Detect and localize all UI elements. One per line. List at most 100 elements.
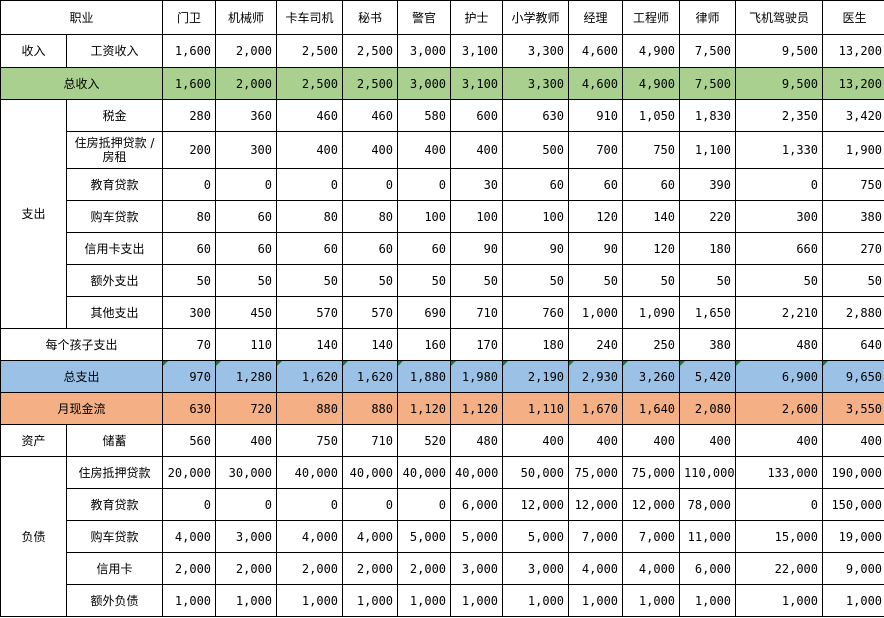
value-cell[interactable]: 60	[502, 168, 570, 201]
value-cell[interactable]: 390	[679, 168, 737, 201]
value-cell[interactable]: 80	[276, 200, 344, 233]
value-cell[interactable]: 0	[162, 168, 217, 201]
value-cell[interactable]: 50	[502, 264, 570, 297]
group-income[interactable]: 收入	[0, 34, 67, 68]
value-cell[interactable]: 1,670	[568, 392, 624, 425]
value-cell[interactable]: 1,900	[822, 131, 884, 169]
value-cell[interactable]: 2,000	[342, 552, 399, 585]
value-cell[interactable]: 0	[397, 488, 452, 521]
value-cell[interactable]: 600	[450, 99, 504, 132]
value-cell[interactable]: 20,000	[162, 456, 217, 489]
value-cell[interactable]: 3,550	[822, 392, 884, 425]
value-cell[interactable]: 0	[735, 488, 824, 521]
value-cell[interactable]: 40,000	[276, 456, 344, 489]
value-cell[interactable]: 1,980	[450, 360, 504, 393]
value-cell[interactable]: 640	[822, 328, 884, 361]
value-cell[interactable]: 2,930	[568, 360, 624, 393]
value-cell[interactable]: 50	[397, 264, 452, 297]
value-cell[interactable]: 710	[450, 296, 504, 329]
value-cell[interactable]: 1,330	[735, 131, 824, 169]
value-cell[interactable]: 90	[568, 232, 624, 265]
value-cell[interactable]: 0	[276, 168, 344, 201]
value-cell[interactable]: 13,200	[822, 34, 884, 68]
value-cell[interactable]: 1,000	[397, 584, 452, 617]
value-cell[interactable]: 380	[822, 200, 884, 233]
value-cell[interactable]: 220	[679, 200, 737, 233]
value-cell[interactable]: 60	[622, 168, 681, 201]
row-label[interactable]: 信用卡	[65, 552, 164, 585]
value-cell[interactable]: 400	[822, 424, 884, 457]
value-cell[interactable]: 133,000	[735, 456, 824, 489]
value-cell[interactable]: 240	[568, 328, 624, 361]
value-cell[interactable]: 700	[568, 131, 624, 169]
value-cell[interactable]: 570	[276, 296, 344, 329]
value-cell[interactable]: 0	[215, 168, 278, 201]
value-cell[interactable]: 160	[397, 328, 452, 361]
value-cell[interactable]: 0	[276, 488, 344, 521]
value-cell[interactable]: 2,000	[162, 552, 217, 585]
value-cell[interactable]: 120	[568, 200, 624, 233]
value-cell[interactable]: 0	[215, 488, 278, 521]
value-cell[interactable]: 60	[215, 232, 278, 265]
value-cell[interactable]: 4,000	[162, 520, 217, 553]
value-cell[interactable]: 970	[162, 360, 217, 393]
value-cell[interactable]: 1,110	[502, 392, 570, 425]
value-cell[interactable]: 3,000	[502, 552, 570, 585]
value-cell[interactable]: 520	[397, 424, 452, 457]
value-cell[interactable]: 1,620	[342, 360, 399, 393]
value-cell[interactable]: 300	[735, 200, 824, 233]
value-cell[interactable]: 15,000	[735, 520, 824, 553]
value-cell[interactable]: 80	[162, 200, 217, 233]
value-cell[interactable]: 400	[397, 131, 452, 169]
value-cell[interactable]: 400	[502, 424, 570, 457]
value-cell[interactable]: 3,420	[822, 99, 884, 132]
value-cell[interactable]: 400	[568, 424, 624, 457]
value-cell[interactable]: 9,500	[735, 67, 824, 100]
row-label[interactable]: 教育贷款	[65, 488, 164, 521]
value-cell[interactable]: 75,000	[622, 456, 681, 489]
value-cell[interactable]: 140	[622, 200, 681, 233]
value-cell[interactable]: 560	[162, 424, 217, 457]
value-cell[interactable]: 0	[342, 488, 399, 521]
col-header[interactable]: 小学教师	[502, 0, 570, 35]
value-cell[interactable]: 100	[502, 200, 570, 233]
value-cell[interactable]: 0	[735, 168, 824, 201]
row-label[interactable]: 总支出	[0, 360, 164, 393]
value-cell[interactable]: 1,000	[568, 584, 624, 617]
value-cell[interactable]: 1,090	[622, 296, 681, 329]
value-cell[interactable]: 3,300	[502, 67, 570, 100]
value-cell[interactable]: 710	[342, 424, 399, 457]
value-cell[interactable]: 480	[450, 424, 504, 457]
value-cell[interactable]: 50	[342, 264, 399, 297]
col-header[interactable]: 工程师	[622, 0, 681, 35]
value-cell[interactable]: 1,100	[679, 131, 737, 169]
row-label[interactable]: 住房抵押贷款	[65, 456, 164, 489]
value-cell[interactable]: 3,000	[450, 552, 504, 585]
col-header[interactable]: 卡车司机	[276, 0, 344, 35]
value-cell[interactable]: 1,600	[162, 34, 217, 68]
value-cell[interactable]: 1,000	[622, 584, 681, 617]
value-cell[interactable]: 30,000	[215, 456, 278, 489]
row-label[interactable]: 每个孩子支出	[0, 328, 164, 361]
row-label[interactable]: 其他支出	[65, 296, 164, 329]
value-cell[interactable]: 880	[276, 392, 344, 425]
value-cell[interactable]: 1,600	[162, 67, 217, 100]
value-cell[interactable]: 1,120	[450, 392, 504, 425]
value-cell[interactable]: 1,650	[679, 296, 737, 329]
value-cell[interactable]: 2,500	[276, 67, 344, 100]
value-cell[interactable]: 170	[450, 328, 504, 361]
value-cell[interactable]: 6,000	[679, 552, 737, 585]
value-cell[interactable]: 1,000	[162, 584, 217, 617]
value-cell[interactable]: 400	[679, 424, 737, 457]
value-cell[interactable]: 70	[162, 328, 217, 361]
row-label[interactable]: 额外支出	[65, 264, 164, 297]
value-cell[interactable]: 12,000	[568, 488, 624, 521]
row-label[interactable]: 月现金流	[0, 392, 164, 425]
value-cell[interactable]: 400	[735, 424, 824, 457]
value-cell[interactable]: 50	[215, 264, 278, 297]
group-assets[interactable]: 资产	[0, 424, 67, 457]
value-cell[interactable]: 6,900	[735, 360, 824, 393]
value-cell[interactable]: 9,650	[822, 360, 884, 393]
row-label[interactable]: 储蓄	[65, 424, 164, 457]
row-label[interactable]: 总收入	[0, 67, 164, 100]
